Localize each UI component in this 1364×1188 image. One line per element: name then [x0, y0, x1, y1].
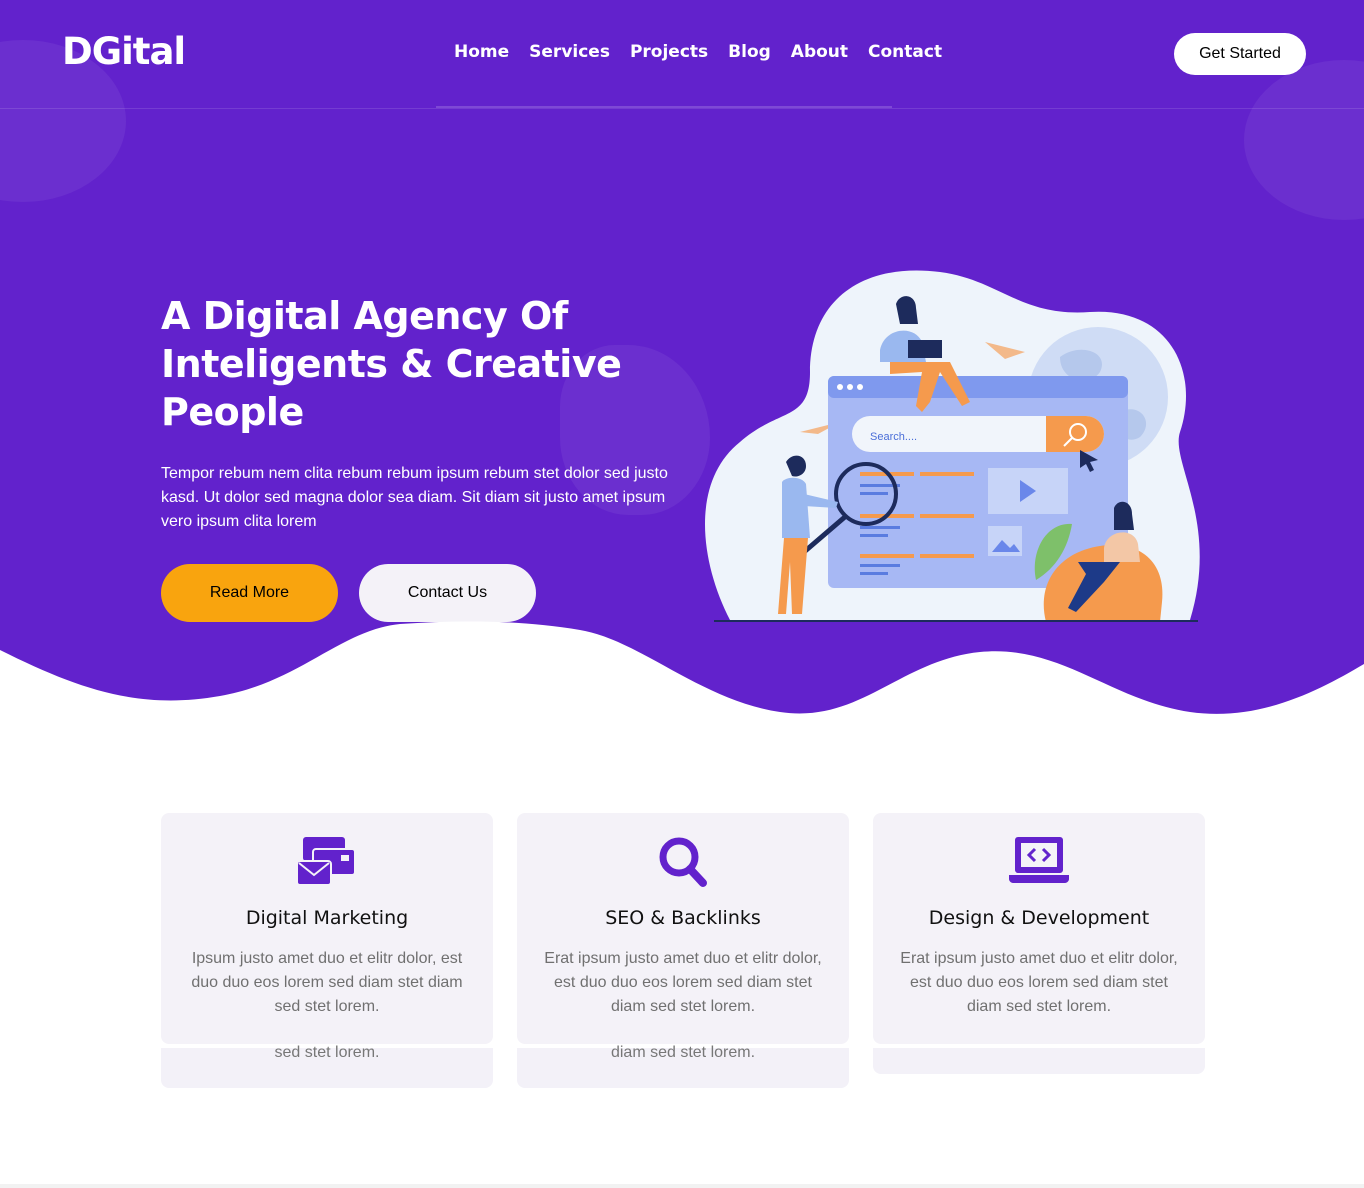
service-card-design-development[interactable]: Design & Development Erat ipsum justo am…: [873, 813, 1205, 1044]
card-overflow: diam sed stet lorem.: [517, 1044, 849, 1088]
nav-link-projects[interactable]: Projects: [620, 42, 718, 62]
illustration-search-placeholder: Search....: [870, 431, 917, 443]
service-card-text: Erat ipsum justo amet duo et elitr dolor…: [900, 950, 1178, 1015]
nav-menu: Home Services Projects Blog About Contac…: [444, 42, 952, 62]
nav-link-home[interactable]: Home: [444, 42, 519, 62]
search-button-shape: [1046, 416, 1104, 452]
hero-wave: [0, 621, 1364, 720]
get-started-button[interactable]: Get Started: [1174, 33, 1306, 75]
hero-description: Tempor rebum nem clita rebum rebum ipsum…: [161, 465, 668, 530]
service-card-title: SEO & Backlinks: [605, 907, 761, 929]
service-card-text: Ipsum justo amet duo et elitr dolor, est…: [191, 950, 463, 1015]
card-overflow: [873, 1048, 1205, 1074]
hero-title: A Digital Agency Of Inteligents & Creati…: [161, 294, 622, 434]
nav-link-contact[interactable]: Contact: [858, 42, 952, 62]
section-divider: [0, 1184, 1364, 1188]
service-card-title: Design & Development: [928, 907, 1150, 929]
laptop-code-icon: [1009, 837, 1069, 883]
site-logo[interactable]: DGital: [62, 30, 186, 73]
service-card-digital-marketing[interactable]: Digital Marketing Ipsum justo amet duo e…: [161, 813, 493, 1044]
service-card-text: Erat ipsum justo amet duo et elitr dolor…: [544, 950, 822, 1015]
card-overflow-text: sed stet lorem.: [274, 1044, 380, 1061]
nav-divider: [436, 106, 892, 108]
service-card-title: Digital Marketing: [245, 907, 409, 929]
email-marketing-icon: [297, 837, 356, 886]
nav-link-blog[interactable]: Blog: [718, 42, 781, 62]
hero-section: DGital Home Services Projects Blog About…: [0, 0, 1364, 720]
service-card-seo-backlinks[interactable]: SEO & Backlinks Erat ipsum justo amet du…: [517, 813, 849, 1044]
navbar: DGital Home Services Projects Blog About…: [0, 0, 1364, 109]
nav-link-about[interactable]: About: [781, 42, 858, 62]
hero-illustration: Search....: [705, 270, 1200, 622]
card-overflow-text: diam sed stet lorem.: [610, 1044, 756, 1061]
search-icon: [659, 837, 707, 887]
card-overflow: sed stet lorem.: [161, 1044, 493, 1088]
nav-link-services[interactable]: Services: [519, 42, 620, 62]
